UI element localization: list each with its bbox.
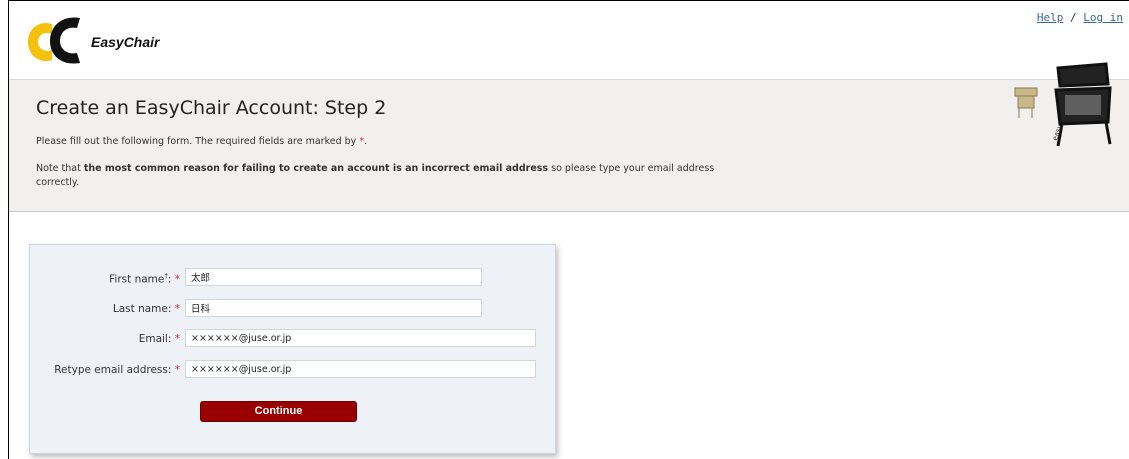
login-link[interactable]: Log in	[1083, 11, 1123, 24]
instruction-prefix: Please fill out the following form. The …	[36, 136, 357, 147]
top-links: Help / Log in	[1037, 11, 1123, 24]
note-bold: the most common reason for failing to cr…	[83, 163, 549, 174]
note-prefix: Note that	[36, 163, 81, 174]
help-link[interactable]: Help	[1037, 11, 1064, 24]
instruction-text: Please fill out the following form. The …	[36, 136, 367, 147]
last-name-input[interactable]	[185, 299, 482, 317]
svg-text:easy: easy	[1051, 123, 1064, 141]
logo-wordmark: EasyChair	[91, 34, 160, 50]
email-label: Email: *	[138, 333, 180, 345]
first-name-input[interactable]	[185, 268, 482, 286]
instruction-suffix: .	[364, 136, 368, 147]
last-name-label: Last name: *	[112, 303, 180, 315]
first-name-label: First name†: *	[109, 272, 180, 286]
page-title: Create an EasyChair Account: Step 2	[36, 97, 387, 119]
link-separator: /	[1070, 11, 1077, 24]
continue-button[interactable]: Continue	[200, 401, 357, 422]
email-input[interactable]	[185, 329, 536, 347]
retype-email-label: Retype email address: *	[54, 364, 180, 376]
note-text: Note that the most common reason for fai…	[36, 162, 726, 190]
chair-illustration-icon: easy	[1014, 62, 1112, 147]
retype-email-input[interactable]	[185, 360, 536, 378]
easychair-logo-icon	[28, 17, 80, 64]
